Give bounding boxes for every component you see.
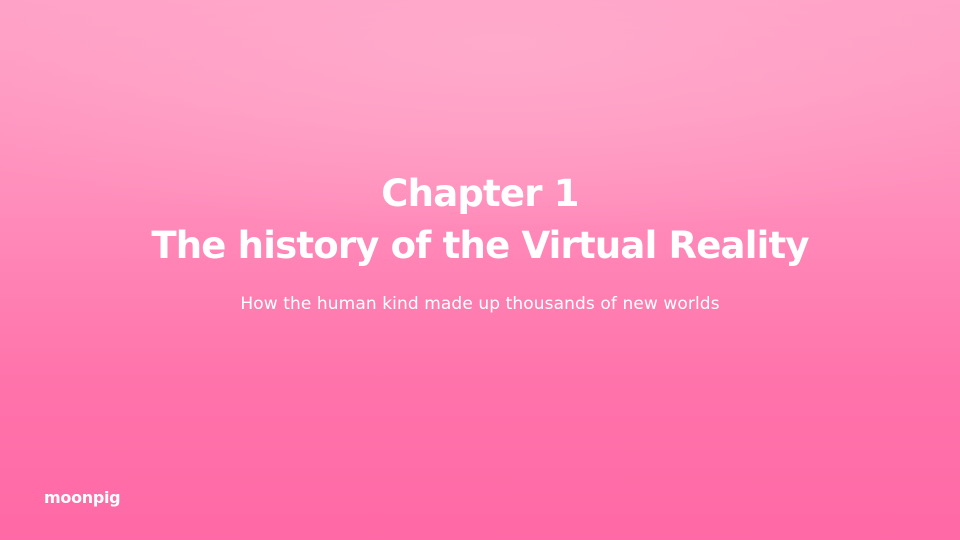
brand-logo: moonpig bbox=[44, 488, 121, 507]
chapter-title: The history of the Virtual Reality bbox=[151, 224, 809, 267]
slide: Chapter 1 The history of the Virtual Rea… bbox=[0, 0, 960, 540]
slide-subtitle: How the human kind made up thousands of … bbox=[240, 294, 720, 314]
chapter-heading: Chapter 1 bbox=[381, 172, 579, 215]
slide-title: Chapter 1 The history of the Virtual Rea… bbox=[0, 168, 960, 272]
